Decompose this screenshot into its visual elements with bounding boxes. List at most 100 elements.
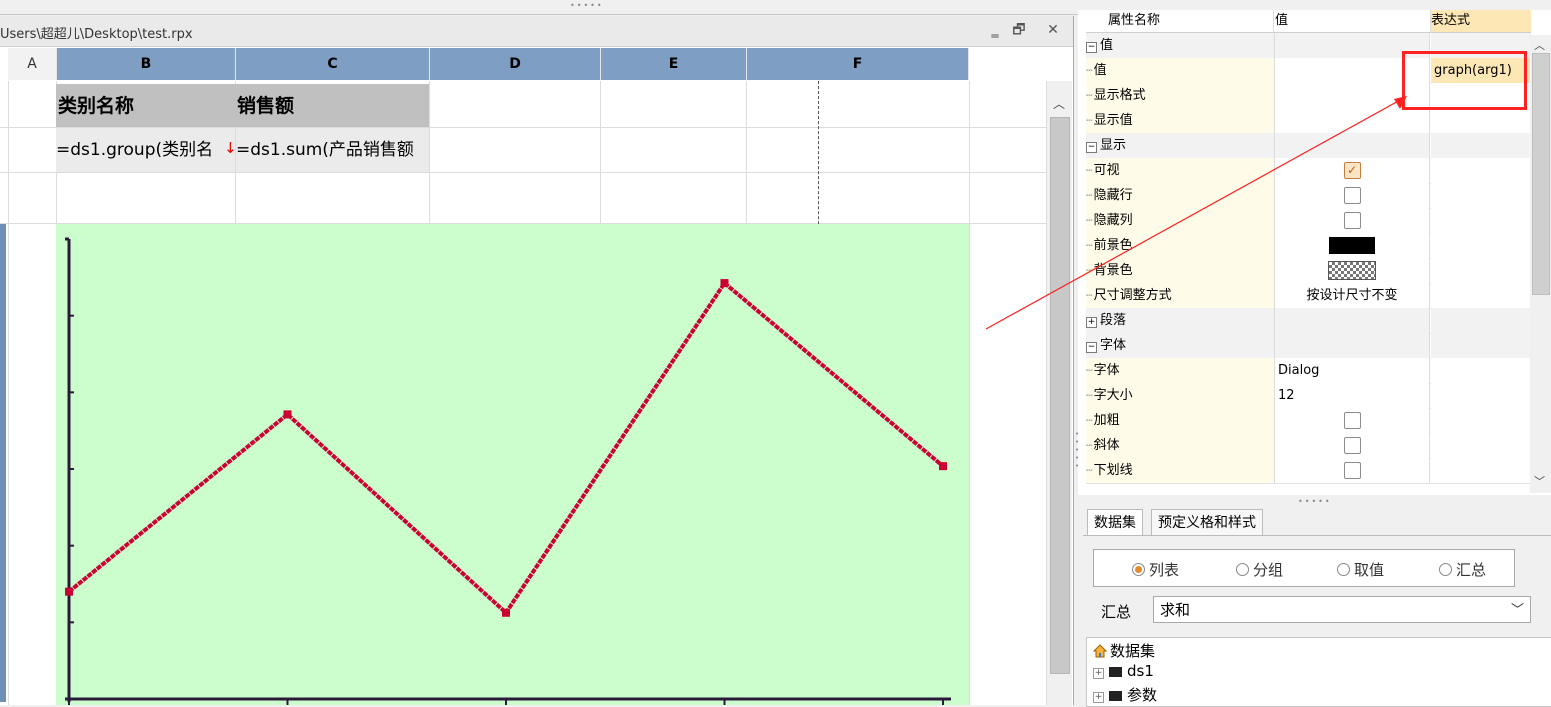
tree-connector-icon: ┄ (1086, 364, 1093, 377)
collapse-icon[interactable]: − (1086, 42, 1097, 53)
property-name: ┄值 (1086, 58, 1275, 83)
restore-icon[interactable]: 🗗 (1010, 21, 1028, 39)
cell-c2[interactable]: =ds1.sum(产品销售额 (236, 128, 429, 172)
tab-divider (1083, 535, 1551, 536)
tree-connector-icon: ┄ (1086, 439, 1093, 452)
column-header-d[interactable]: D (430, 48, 601, 80)
column-header-a[interactable]: A (8, 48, 57, 80)
chevron-down-icon: ﹀ (1510, 603, 1524, 618)
property-expression[interactable] (1431, 358, 1531, 383)
property-row[interactable]: ┄字体 Dialog (1086, 358, 1531, 384)
radio-dot-icon (1236, 563, 1249, 576)
header-value: 值 (1275, 10, 1431, 32)
property-name: − 值 (1086, 33, 1275, 58)
properties-header: 属性名称 值 表达式 (1086, 10, 1531, 33)
property-value-text: Dialog (1278, 363, 1320, 378)
expand-down-arrow-icon: ↓ (224, 128, 237, 172)
property-label: 值 (1093, 63, 1107, 78)
scroll-up-icon[interactable]: ︿ (1534, 37, 1545, 53)
property-value[interactable]: Dialog (1275, 358, 1430, 383)
property-expression[interactable] (1431, 133, 1531, 158)
property-expression[interactable] (1431, 433, 1531, 458)
radio-list[interactable]: 列表 (1132, 559, 1179, 580)
designer-titlebar: Users\超超儿\Desktop\test.rpx ‗ 🗗 ✕ (0, 16, 1073, 47)
property-row[interactable]: ┄斜体 (1086, 433, 1531, 459)
property-label: 字大小 (1093, 388, 1133, 403)
checkbox-icon[interactable] (1343, 412, 1361, 429)
property-expression[interactable] (1431, 258, 1531, 283)
checkbox-icon[interactable] (1343, 462, 1361, 479)
property-expression[interactable] (1431, 208, 1531, 233)
tree-item-params[interactable]: + 参数 (1093, 684, 1157, 705)
tree-root[interactable]: 数据集 (1093, 640, 1155, 661)
property-expression[interactable] (1431, 108, 1531, 133)
aggregate-value: 求和 (1160, 601, 1191, 619)
tree-connector-icon: ┄ (1086, 414, 1093, 427)
data-point (720, 279, 729, 288)
radio-group[interactable]: 分组 (1236, 559, 1283, 580)
property-label: 加粗 (1093, 413, 1120, 428)
property-expression[interactable] (1431, 233, 1531, 258)
tab-dataset[interactable]: 数据集 (1087, 509, 1143, 536)
property-row[interactable]: ┄字大小 12 (1086, 383, 1531, 409)
property-row[interactable]: ┄下划线 (1086, 458, 1531, 484)
header-property-name: 属性名称 (1086, 10, 1274, 32)
properties-scrollbar[interactable]: ︿ ﹀ (1530, 35, 1551, 493)
tree-connector-icon: ┄ (1086, 464, 1093, 477)
grid-line (0, 172, 1046, 173)
property-expression[interactable] (1431, 183, 1531, 208)
property-name: ┄字大小 (1086, 383, 1275, 408)
radio-dot-icon (1439, 563, 1452, 576)
property-expression[interactable] (1431, 308, 1531, 333)
property-name: ┄下划线 (1086, 458, 1275, 483)
property-expression[interactable] (1431, 283, 1531, 308)
annotation-arrow (985, 96, 1407, 330)
property-row[interactable]: ┄加粗 (1086, 408, 1531, 434)
close-icon[interactable]: ✕ (1044, 21, 1062, 39)
property-label: 值 (1100, 38, 1114, 53)
radio-summary[interactable]: 汇总 (1439, 559, 1486, 580)
series-line-0 (67, 281, 945, 615)
property-label: 下划线 (1093, 463, 1133, 478)
cell-c1[interactable]: 销售额 (235, 84, 429, 127)
dataset-tree: 数据集 + ds1 + 参数 (1086, 637, 1551, 707)
property-expression[interactable] (1431, 408, 1531, 433)
property-expression[interactable] (1431, 383, 1531, 408)
checkbox-icon[interactable] (1343, 437, 1361, 454)
minimize-icon[interactable]: ‗ (986, 21, 1004, 39)
row-selection-marker (0, 224, 6, 702)
property-value-text: 12 (1278, 388, 1295, 403)
aggregate-select[interactable]: 求和 ﹀ (1153, 596, 1531, 623)
cell-b2[interactable]: =ds1.group(类别名 (56, 128, 224, 172)
data-point (939, 462, 947, 471)
property-expression[interactable] (1431, 458, 1531, 483)
property-label: 字体 (1093, 363, 1120, 378)
property-expression[interactable] (1431, 333, 1531, 358)
chart-cell[interactable] (56, 224, 969, 705)
splitter-grip-icon[interactable]: ••••• (570, 2, 620, 10)
grid-line (8, 81, 9, 705)
line-chart (65, 237, 951, 705)
property-value[interactable] (1275, 458, 1430, 483)
column-header-c[interactable]: C (236, 48, 430, 80)
scrollbar-thumb[interactable] (1532, 53, 1550, 295)
property-value[interactable] (1275, 433, 1430, 458)
tree-item-ds1[interactable]: + ds1 (1093, 662, 1154, 680)
cell-grid[interactable]: 类别名称 销售额 =ds1.group(类别名 ↓ =ds1.sum(产品销售额 (0, 81, 1046, 705)
expand-icon[interactable]: + (1093, 692, 1104, 703)
column-header-empty (969, 48, 1046, 80)
column-header-b[interactable]: B (57, 48, 236, 80)
report-designer: Users\超超儿\Desktop\test.rpx ‗ 🗗 ✕ A B C D… (0, 16, 1074, 705)
expand-icon[interactable]: + (1093, 668, 1104, 679)
property-value[interactable]: 12 (1275, 383, 1430, 408)
splitter-grip-icon[interactable]: ••••• (1298, 497, 1332, 506)
column-header-f[interactable]: F (747, 48, 969, 80)
property-value[interactable] (1275, 408, 1430, 433)
column-header-e[interactable]: E (601, 48, 747, 80)
cell-b1[interactable]: 类别名称 (56, 84, 235, 127)
property-expression[interactable] (1431, 158, 1531, 183)
radio-value[interactable]: 取值 (1337, 559, 1384, 580)
data-point (502, 608, 510, 617)
scroll-down-icon[interactable]: ﹀ (1534, 473, 1545, 489)
tab-predefined-styles[interactable]: 预定义格和样式 (1151, 509, 1263, 536)
